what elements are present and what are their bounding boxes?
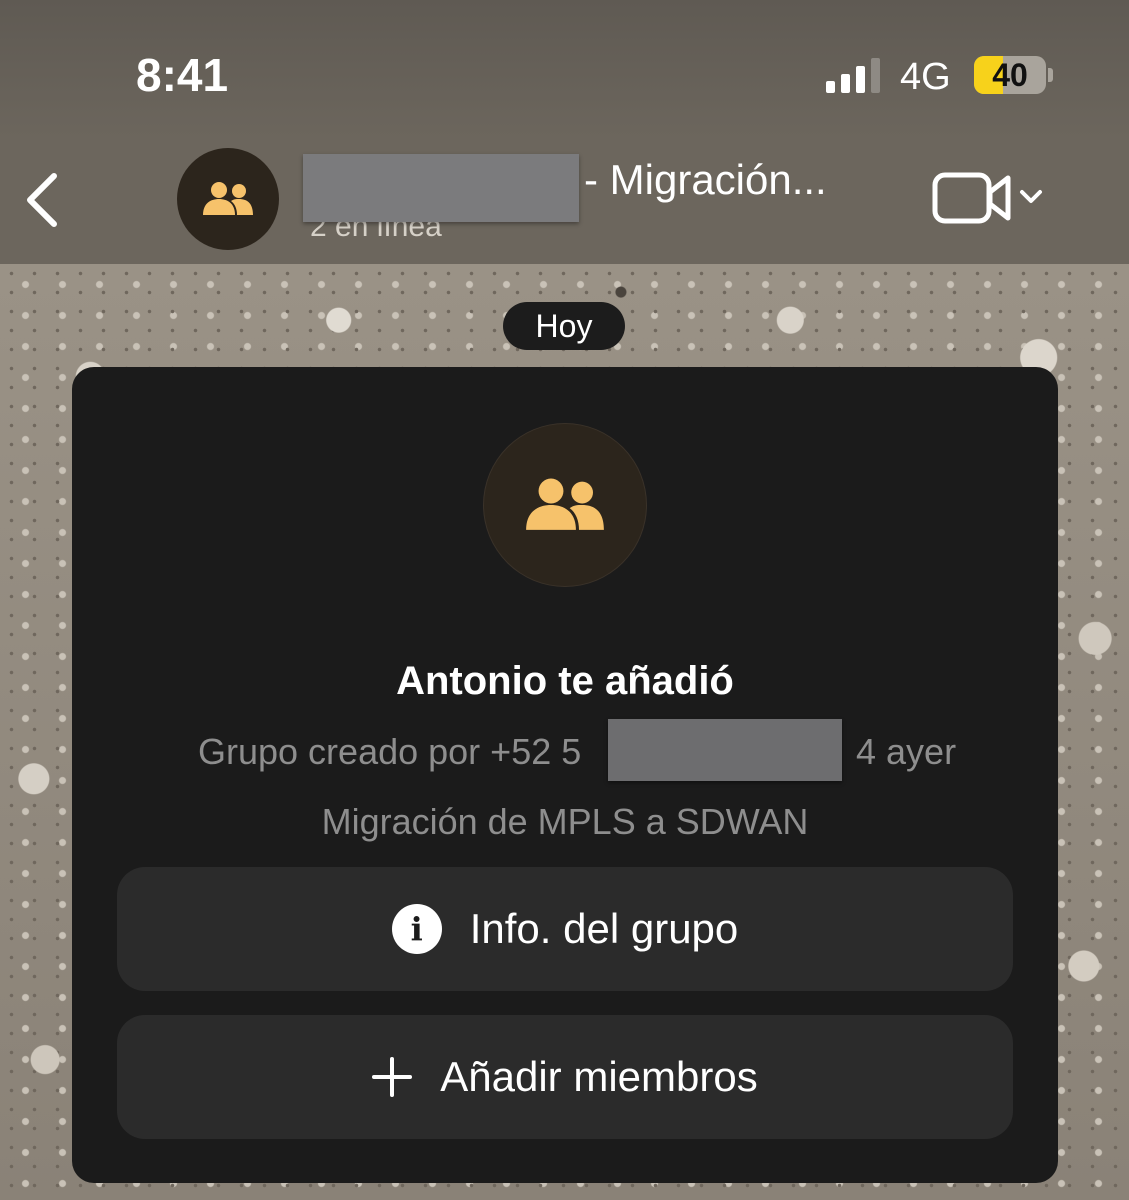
network-type: 4G — [900, 56, 951, 98]
battery-tip — [1048, 68, 1053, 82]
redacted-phone-number — [608, 719, 842, 781]
group-info-label: Info. del grupo — [469, 905, 739, 952]
redacted-group-name — [303, 154, 579, 222]
cellular-signal-icon — [826, 57, 882, 93]
group-created-info: Grupo creado por +52 5 4 ayer — [72, 719, 1058, 781]
date-divider: Hoy — [503, 302, 625, 350]
group-avatar-large[interactable] — [484, 424, 646, 586]
info-icon: i — [391, 904, 442, 954]
back-button[interactable] — [20, 170, 68, 230]
status-time: 8:41 — [136, 49, 229, 101]
chat-title[interactable]: - Migración... — [584, 156, 827, 204]
chevron-left-icon — [27, 173, 57, 227]
group-description: Migración de MPLS a SDWAN — [321, 801, 809, 842]
created-by-suffix: 4 ayer — [856, 731, 957, 772]
group-info-button[interactable]: i Info. del grupo — [117, 867, 1013, 991]
group-avatar[interactable] — [177, 148, 279, 250]
plus-icon — [372, 1057, 413, 1097]
status-bar: 8:41 4G 40 — [0, 0, 1129, 140]
video-camera-icon — [932, 172, 1042, 224]
battery-level: 40 — [992, 57, 1028, 93]
added-by-text: Antonio te añadió — [396, 659, 734, 703]
add-members-button[interactable]: Añadir miembros — [117, 1015, 1013, 1139]
video-call-button[interactable] — [932, 170, 1052, 226]
group-icon — [203, 182, 253, 215]
group-system-card: Antonio te añadió Grupo creado por +52 5… — [72, 367, 1058, 1183]
created-by-prefix: Grupo creado por +52 5 — [198, 731, 582, 772]
add-members-label: Añadir miembros — [440, 1053, 758, 1100]
battery-icon: 40 — [974, 56, 1046, 94]
group-icon — [526, 478, 604, 530]
